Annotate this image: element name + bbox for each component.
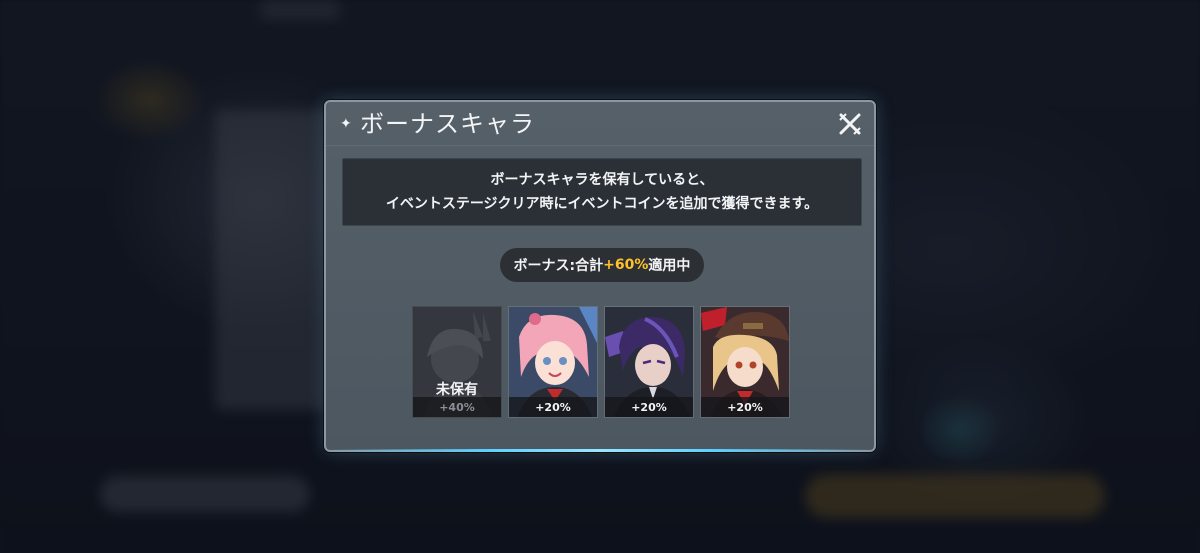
close-icon [839, 113, 861, 135]
character-bonus-2: +20% [509, 397, 597, 417]
character-list: 未保有 +40% +20% +20% +20% [412, 306, 790, 418]
character-card-2[interactable]: +20% [508, 306, 598, 418]
character-card-4[interactable]: +20% [700, 306, 790, 418]
dialog-title: ボーナスキャラ [360, 110, 535, 138]
info-line-2: イベントステージクリア時にイベントコインを追加で獲得できます。 [385, 196, 819, 212]
bonus-character-dialog: ✦ ボーナスキャラ ボーナスキャラを保有していると、 イベントステージクリア時に… [324, 100, 876, 452]
bonus-total-badge: ボーナス:合計 +60% 適用中 [500, 248, 704, 282]
sparkle-icon: ✦ [340, 116, 352, 132]
bonus-prefix: ボーナス:合計 [513, 258, 604, 274]
close-button[interactable] [836, 110, 864, 138]
character-bonus-1: +40% [413, 397, 501, 417]
info-line-1: ボーナスキャラを保有していると、 [490, 172, 714, 188]
bonus-suffix: 適用中 [648, 258, 691, 274]
info-box: ボーナスキャラを保有していると、 イベントステージクリア時にイベントコインを追加… [342, 158, 862, 226]
character-card-1[interactable]: 未保有 +40% [412, 306, 502, 418]
character-card-3[interactable]: +20% [604, 306, 694, 418]
dialog-header: ✦ ボーナスキャラ [326, 102, 874, 146]
bonus-value: +60% [603, 257, 649, 273]
character-bonus-4: +20% [701, 397, 789, 417]
not-owned-label: 未保有 [436, 382, 478, 398]
character-bonus-3: +20% [605, 397, 693, 417]
